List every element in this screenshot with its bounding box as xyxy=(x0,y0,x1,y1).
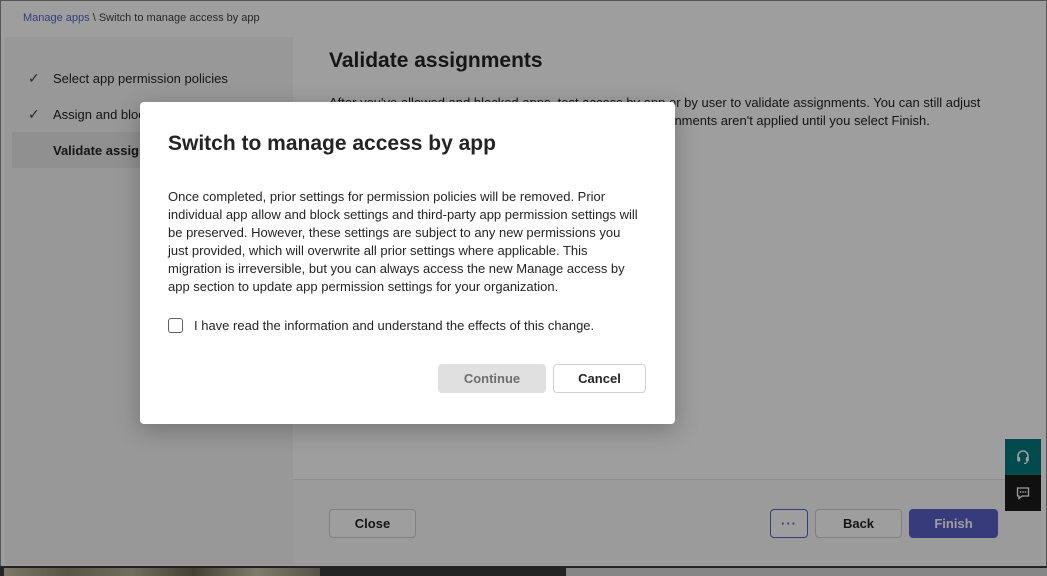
continue-button[interactable]: Continue xyxy=(438,364,546,393)
cancel-button[interactable]: Cancel xyxy=(553,364,646,393)
consent-label[interactable]: I have read the information and understa… xyxy=(194,318,594,333)
consent-row[interactable]: I have read the information and understa… xyxy=(168,318,594,333)
consent-checkbox[interactable] xyxy=(168,318,183,333)
dialog-title: Switch to manage access by app xyxy=(168,132,496,155)
dialog-body: Once completed, prior settings for permi… xyxy=(168,189,638,294)
switch-access-dialog: Switch to manage access by app Once comp… xyxy=(140,102,675,424)
